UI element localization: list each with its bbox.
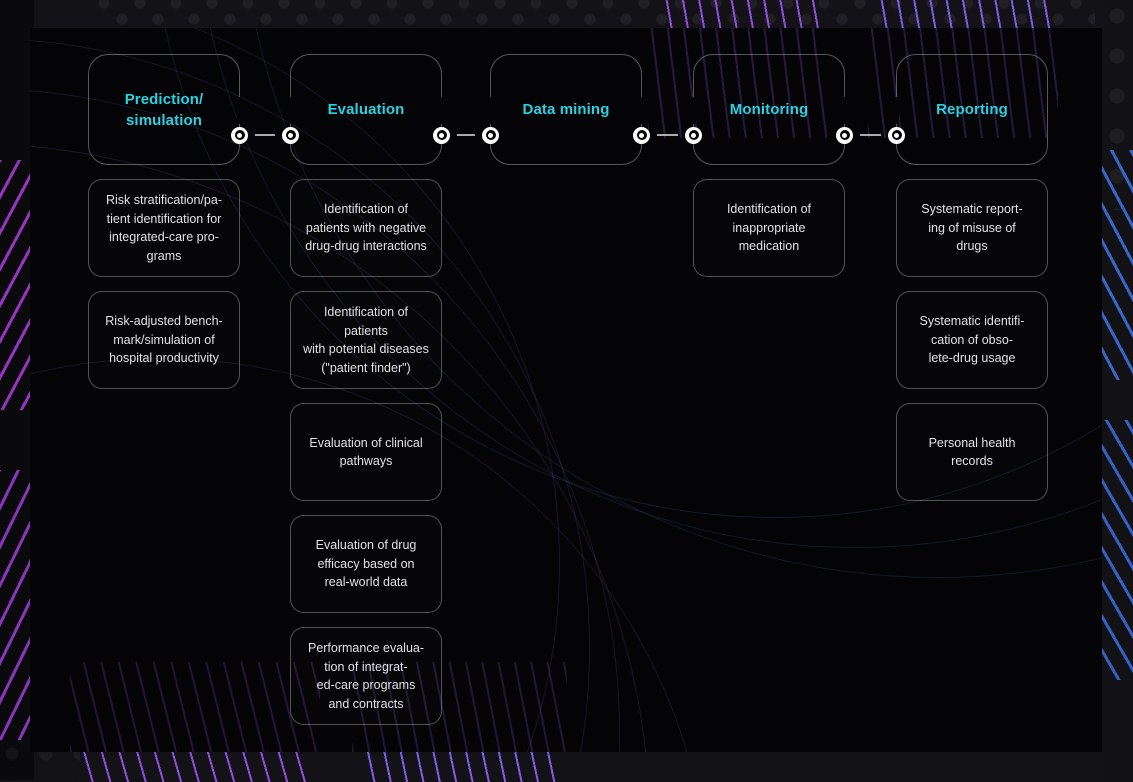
use-case-card[interactable]: Risk stratification/pa- tient identifica… [88,179,240,277]
use-case-card-text: Systematic identifi- cation of obso- let… [919,314,1025,366]
use-case-card[interactable]: Systematic report- ing of misuse of drug… [896,179,1048,277]
target-node-icon [433,126,450,144]
phase-header-evaluation[interactable]: Evaluation [288,54,444,165]
column-reporting: Reporting Systematic report- ing of misus… [894,54,1048,501]
flow-board: Prediction/ simulation Risk stratificatio… [30,28,1102,752]
column-evaluation: Evaluation Identification of patients wit… [288,54,444,725]
use-case-card-text: Identification of inappropriate medicati… [726,202,812,254]
phase-title-data-mining: Data mining [522,101,610,118]
use-case-card[interactable]: Identification of patients with negative… [290,179,442,277]
use-case-card[interactable]: Systematic identifi- cation of obso- let… [896,291,1048,389]
use-case-card-text: Risk-adjusted bench- mark/simulation of … [105,314,223,366]
target-node-icon [633,126,650,144]
column-monitoring: Monitoring Identification of inappropriat… [691,54,847,277]
connector-line [657,134,678,136]
use-case-card-text: Identification of patients with negative… [305,202,427,254]
connector-line [860,134,881,136]
connector-monitoring-to-reporting [836,123,905,147]
right-edge-block [1097,0,1133,782]
connector-line [255,134,275,136]
phase-title-evaluation: Evaluation [327,101,405,118]
connector-data-mining-to-monitoring [633,123,702,147]
target-node-icon [888,126,905,144]
use-case-card[interactable]: Evaluation of clinical pathways [290,403,442,501]
use-case-card-text: Identification of patients with potentia… [303,305,429,375]
connector-line [457,134,475,136]
target-node-icon [685,126,702,144]
phase-header-prediction-simulation[interactable]: Prediction/ simulation [88,54,242,165]
use-case-card[interactable]: Personal health records [896,403,1048,501]
dot-texture-top [95,0,1095,30]
use-case-card-text: Evaluation of clinical pathways [309,435,423,469]
connector-prediction-simulation-to-evaluation [231,123,299,147]
dot-texture-right [1101,0,1133,210]
use-case-card-text: Evaluation of drug efficacy based on rea… [315,538,417,590]
phase-header-monitoring[interactable]: Monitoring [691,54,847,165]
target-node-icon [836,126,853,144]
use-case-card-text: Personal health records [928,435,1016,469]
diagram-panel: Prediction/ simulation Risk stratificatio… [30,28,1102,752]
target-node-icon [282,126,299,144]
target-node-icon [482,126,499,144]
column-prediction-simulation: Prediction/ simulation Risk stratificatio… [88,54,242,389]
use-case-card-text: Systematic report- ing of misuse of drug… [921,202,1023,254]
use-case-card[interactable]: Identification of inappropriate medicati… [693,179,845,277]
phase-title-monitoring: Monitoring [729,101,809,118]
phase-title-reporting: Reporting [936,101,1008,118]
target-node-icon [231,126,248,144]
use-case-card[interactable]: Evaluation of drug efficacy based on rea… [290,515,442,613]
page-root: Prediction/ simulation Risk stratificatio… [0,0,1133,782]
use-case-card[interactable]: Identification of patients with potentia… [290,291,442,389]
use-case-card-text: Performance evalua- tion of integrat- ed… [307,641,425,711]
phase-header-data-mining[interactable]: Data mining [488,54,644,165]
phase-header-reporting[interactable]: Reporting [894,54,1048,165]
left-edge-block [0,0,34,780]
use-case-card[interactable]: Risk-adjusted bench- mark/simulation of … [88,291,240,389]
connector-evaluation-to-data-mining [433,123,499,147]
column-data-mining: Data mining [488,54,644,165]
use-case-card[interactable]: Performance evalua- tion of integrat- ed… [290,627,442,725]
use-case-card-text: Risk stratification/pa- tient identifica… [105,193,222,263]
phase-title-prediction-simulation: Prediction/ simulation [124,90,204,129]
